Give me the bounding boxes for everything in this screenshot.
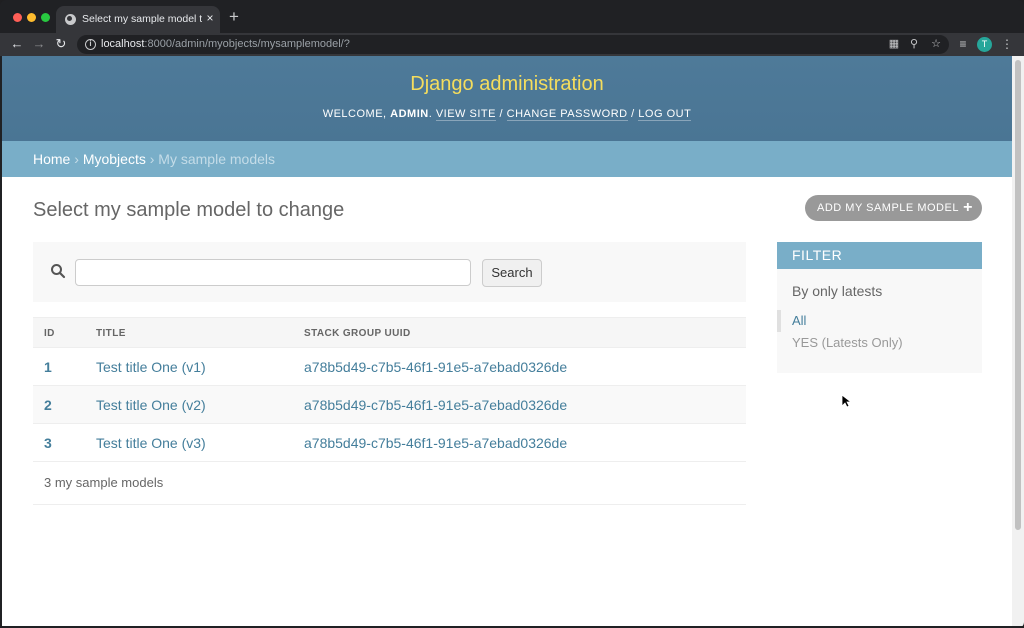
profile-avatar[interactable]: T: [977, 37, 992, 52]
table-row: 1 Test title One (v1) a78b5d49-c7b5-46f1…: [33, 348, 746, 386]
column-header-id[interactable]: ID: [44, 328, 55, 339]
mouse-cursor-icon: [841, 394, 853, 408]
url-path: :8000/admin/myobjects/mysamplemodel/?: [144, 38, 350, 50]
search-toolbar: Search: [33, 242, 746, 302]
result-count: 3 my sample models: [33, 461, 746, 505]
row-uuid: a78b5d49-c7b5-46f1-91e5-a7ebad0326de: [304, 397, 568, 413]
search-button[interactable]: Search: [482, 259, 542, 287]
back-icon[interactable]: ←: [9, 35, 25, 53]
tab-close-icon[interactable]: ×: [204, 11, 216, 25]
zoom-icon[interactable]: ⚲: [907, 38, 921, 51]
row-uuid: a78b5d49-c7b5-46f1-91e5-a7ebad0326de: [304, 435, 568, 451]
browser-window: Select my sample model to change × + ← →…: [0, 0, 1024, 628]
row-id-link[interactable]: 1: [44, 359, 52, 375]
add-model-button[interactable]: ADD MY SAMPLE MODEL +: [805, 195, 982, 221]
scrollbar-thumb[interactable]: [1015, 60, 1021, 530]
filter-option-yes[interactable]: YES (Latests Only): [792, 335, 903, 350]
star-icon[interactable]: ☆: [929, 38, 943, 51]
site-name[interactable]: Django administration: [2, 73, 1012, 96]
media-icon[interactable]: ≡: [955, 36, 971, 52]
minimize-window-button[interactable]: [27, 13, 36, 22]
reload-icon[interactable]: ↻: [53, 35, 69, 53]
row-title: Test title One (v3): [96, 435, 206, 451]
row-title: Test title One (v1): [96, 359, 206, 375]
column-header-uuid[interactable]: STACK GROUP UUID: [304, 328, 411, 339]
row-title: Test title One (v2): [96, 397, 206, 413]
url-host: localhost: [101, 38, 145, 50]
table-row: 2 Test title One (v2) a78b5d49-c7b5-46f1…: [33, 386, 746, 424]
row-uuid: a78b5d49-c7b5-46f1-91e5-a7ebad0326de: [304, 359, 568, 375]
search-icon: [51, 264, 66, 279]
breadcrumb-separator: ›: [145, 151, 159, 167]
tab-strip: Select my sample model to change × +: [0, 0, 1024, 33]
address-bar[interactable]: i localhost:8000/admin/myobjects/mysampl…: [77, 35, 949, 54]
search-input[interactable]: [75, 259, 471, 286]
admin-header: Django administration WELCOME, ADMIN. VI…: [2, 56, 1012, 141]
table-header: ID TITLE STACK GROUP UUID: [33, 317, 746, 348]
user-tools: WELCOME, ADMIN. VIEW SITE / CHANGE PASSW…: [2, 108, 1012, 121]
filter-panel: FILTER By only latests All YES (Latests …: [776, 242, 982, 373]
menu-icon[interactable]: ⋮: [999, 36, 1015, 52]
row-id-link[interactable]: 3: [44, 435, 52, 451]
admin-page: Django administration WELCOME, ADMIN. VI…: [2, 56, 1012, 626]
table-row: 3 Test title One (v3) a78b5d49-c7b5-46f1…: [33, 424, 746, 462]
breadcrumb-separator: ›: [70, 151, 83, 167]
add-model-label: ADD MY SAMPLE MODEL: [817, 202, 959, 214]
breadcrumb-home[interactable]: Home: [33, 151, 70, 167]
filter-subheading: By only latests: [792, 283, 883, 299]
url-text[interactable]: localhost:8000/admin/myobjects/mysamplem…: [101, 38, 350, 50]
breadcrumb-current: My sample models: [158, 151, 275, 167]
row-id-link[interactable]: 2: [44, 397, 52, 413]
username: ADMIN: [390, 108, 429, 120]
translate-icon[interactable]: ▦: [887, 38, 901, 51]
close-window-button[interactable]: [13, 13, 22, 22]
plus-icon: +: [963, 199, 973, 216]
separator: .: [428, 108, 436, 120]
separator: /: [627, 108, 639, 120]
page-title: Select my sample model to change: [33, 199, 345, 221]
browser-tab[interactable]: Select my sample model to change ×: [56, 6, 220, 33]
change-password-link[interactable]: CHANGE PASSWORD: [506, 108, 628, 121]
tab-title: Select my sample model to change: [82, 13, 202, 25]
page-scrollbar[interactable]: [1012, 56, 1024, 626]
maximize-window-button[interactable]: [41, 13, 50, 22]
view-site-link[interactable]: VIEW SITE: [435, 108, 496, 121]
new-tab-button[interactable]: +: [226, 8, 242, 26]
info-icon[interactable]: i: [85, 39, 96, 50]
forward-icon[interactable]: →: [31, 35, 47, 53]
breadcrumb-app[interactable]: Myobjects: [83, 151, 146, 167]
browser-toolbar: ← → ↻ i localhost:8000/admin/myobjects/m…: [0, 33, 1024, 56]
filter-heading: FILTER: [777, 242, 982, 269]
results-table: ID TITLE STACK GROUP UUID 1 Test title O…: [33, 317, 746, 462]
globe-icon: [65, 14, 76, 25]
filter-option-all[interactable]: All: [776, 310, 806, 332]
separator: /: [495, 108, 507, 120]
welcome-text: WELCOME,: [322, 108, 391, 120]
column-header-title[interactable]: TITLE: [96, 328, 126, 339]
breadcrumb: Home › Myobjects › My sample models: [2, 141, 1012, 177]
log-out-link[interactable]: LOG OUT: [638, 108, 692, 121]
